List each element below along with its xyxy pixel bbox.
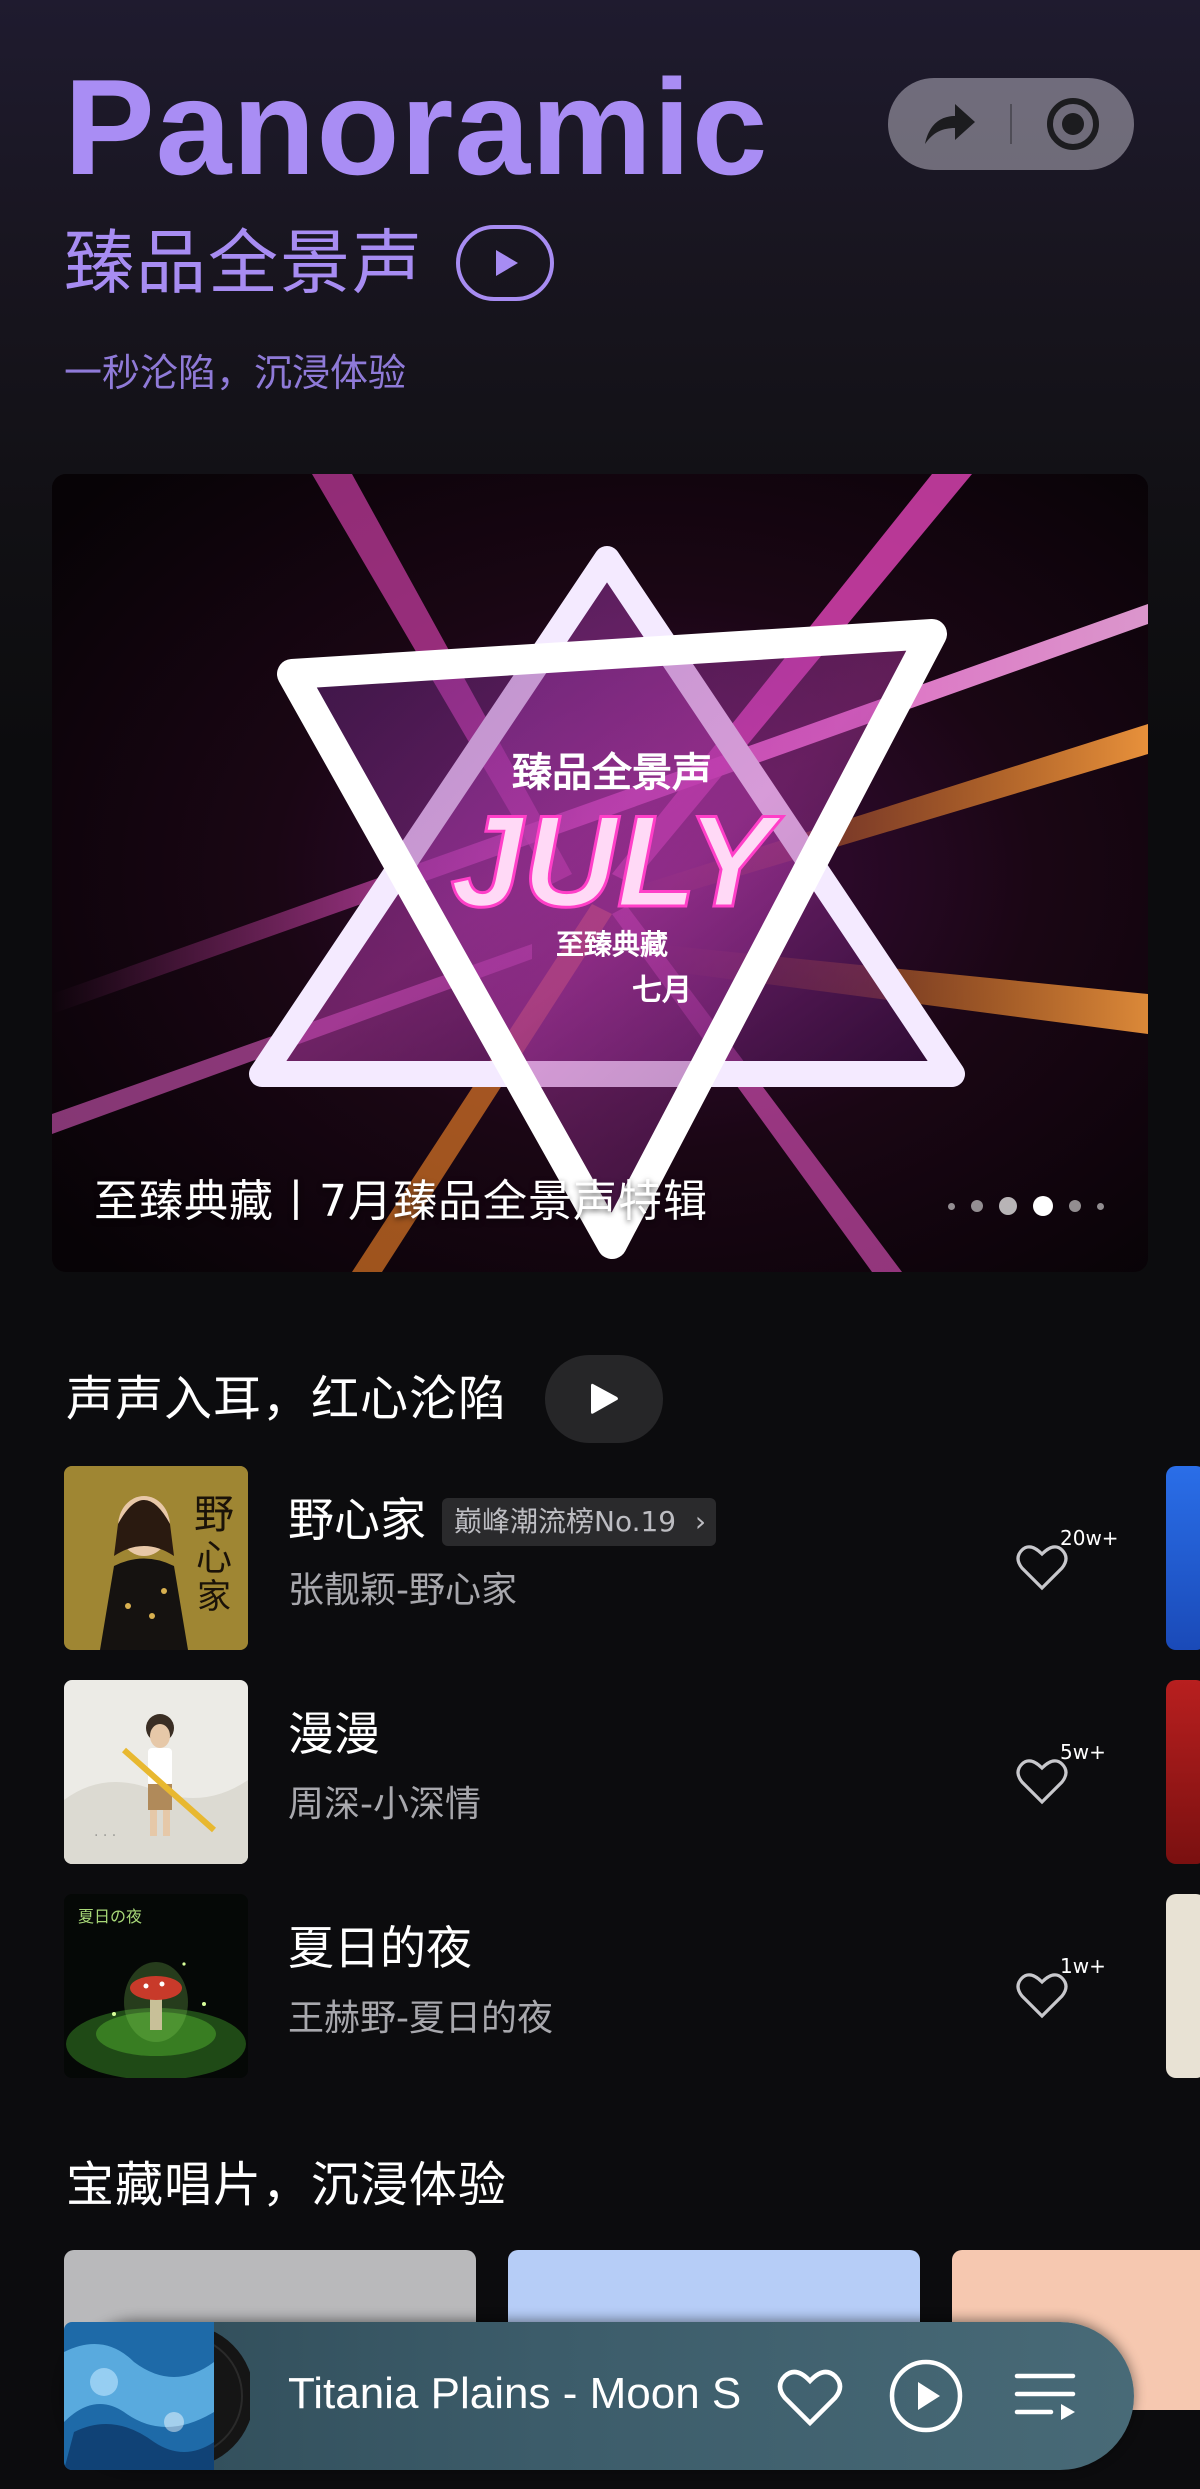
chevron-right-icon: › bbox=[694, 1505, 707, 1538]
share-arrow-icon bbox=[925, 104, 975, 144]
songs-section-title: 声声入耳，红心沦陷 bbox=[66, 1371, 508, 1427]
tagline: 一秒沦陷，沉浸体验 bbox=[64, 351, 407, 395]
song-subtitle: 张靓颖-野心家 bbox=[288, 1570, 517, 1611]
record-button[interactable] bbox=[1012, 78, 1134, 170]
like-count: 20w+ bbox=[1060, 1526, 1119, 1550]
song-subtitle: 周深-小深情 bbox=[288, 1784, 481, 1825]
song-title: 野心家 bbox=[288, 1493, 426, 1547]
banner-caption: 至臻典藏丨7月臻品全景声特辑 bbox=[94, 1176, 708, 1227]
like-button[interactable]: 20w+ bbox=[1014, 1522, 1124, 1602]
play-icon bbox=[496, 250, 518, 276]
play-icon bbox=[889, 2359, 963, 2433]
carousel-dot[interactable] bbox=[999, 1197, 1017, 1215]
like-button[interactable]: 5w+ bbox=[1014, 1736, 1124, 1816]
mini-player[interactable]: Titania Plains - Moon S bbox=[64, 2322, 1134, 2470]
player-like-button[interactable] bbox=[760, 2346, 860, 2446]
banner-art-big: JULY bbox=[451, 788, 784, 934]
heart-icon bbox=[777, 2369, 843, 2427]
player-play-button[interactable] bbox=[876, 2346, 976, 2446]
chart-badge[interactable]: 巅峰潮流榜No.19 › bbox=[442, 1498, 717, 1546]
play-icon bbox=[591, 1383, 619, 1414]
header-actions bbox=[888, 78, 1134, 170]
song-cover: 野 心 家 bbox=[64, 1466, 248, 1650]
albums-section-title: 宝藏唱片，沉浸体验 bbox=[66, 2157, 508, 2213]
svg-text:野: 野 bbox=[194, 1492, 234, 1538]
svg-text:· · ·: · · · bbox=[94, 1828, 116, 1844]
subtitle-play-button[interactable] bbox=[456, 225, 554, 301]
svg-text:家: 家 bbox=[197, 1577, 231, 1617]
carousel-dot-active[interactable] bbox=[1033, 1196, 1053, 1216]
song-title: 漫漫 bbox=[288, 1707, 380, 1761]
carousel-dot[interactable] bbox=[1069, 1200, 1081, 1212]
banner-carousel[interactable]: 臻品全景声 JULY 至臻典藏 七月 至臻典藏丨7月臻品全景声特辑 bbox=[52, 474, 1148, 1272]
subtitle-row: 臻品全景声 bbox=[64, 218, 554, 308]
next-column-cover[interactable] bbox=[1166, 1466, 1200, 1650]
player-cover bbox=[64, 2322, 250, 2470]
target-icon bbox=[1047, 98, 1099, 150]
svg-text:心: 心 bbox=[196, 1538, 232, 1579]
brand-title: Panoramic bbox=[64, 51, 769, 203]
svg-text:夏日の夜: 夏日の夜 bbox=[78, 1907, 142, 1926]
song-row[interactable]: 夏日の夜 夏日的夜 王赫野-夏日的夜 1w+ bbox=[64, 1894, 1144, 2078]
player-playlist-button[interactable] bbox=[996, 2346, 1096, 2446]
songs-play-all-button[interactable] bbox=[545, 1355, 664, 1443]
banner-art-mid: 至臻典藏 bbox=[556, 928, 668, 961]
share-button[interactable] bbox=[888, 78, 1010, 170]
song-row[interactable]: 野 心 家 野心家 巅峰潮流榜No.19 › 张靓颖-野心家 20w+ bbox=[64, 1466, 1144, 1650]
carousel-dots[interactable] bbox=[948, 1196, 1104, 1216]
like-count: 5w+ bbox=[1060, 1740, 1106, 1764]
next-column-cover[interactable] bbox=[1166, 1680, 1200, 1864]
chart-badge-label: 巅峰潮流榜No.19 bbox=[454, 1505, 677, 1538]
song-row[interactable]: · · · 漫漫 周深-小深情 5w+ bbox=[64, 1680, 1144, 1864]
now-playing-title[interactable]: Titania Plains - Moon S bbox=[288, 2364, 788, 2424]
song-cover: · · · bbox=[64, 1680, 248, 1864]
song-cover: 夏日の夜 bbox=[64, 1894, 248, 2078]
playlist-icon bbox=[1014, 2373, 1076, 2420]
carousel-dot[interactable] bbox=[971, 1200, 983, 1212]
banner-art-month: 七月 bbox=[632, 973, 692, 1008]
header: Panoramic 臻品全景声 一秒沦陷，沉浸体验 bbox=[0, 0, 1200, 460]
like-button[interactable]: 1w+ bbox=[1014, 1950, 1124, 2030]
songs-section-header: 声声入耳，红心沦陷 bbox=[66, 1354, 664, 1444]
subtitle: 臻品全景声 bbox=[64, 222, 424, 304]
next-column-cover[interactable] bbox=[1166, 1894, 1200, 2078]
song-subtitle: 王赫野-夏日的夜 bbox=[288, 1998, 553, 2039]
banner-artwork: 臻品全景声 JULY 至臻典藏 七月 bbox=[52, 474, 1148, 1272]
albums-section-header: 宝藏唱片，沉浸体验 bbox=[66, 2140, 507, 2230]
carousel-dot[interactable] bbox=[948, 1202, 955, 1210]
song-title: 夏日的夜 bbox=[288, 1921, 472, 1975]
like-count: 1w+ bbox=[1060, 1954, 1106, 1978]
carousel-dot[interactable] bbox=[1097, 1202, 1104, 1210]
